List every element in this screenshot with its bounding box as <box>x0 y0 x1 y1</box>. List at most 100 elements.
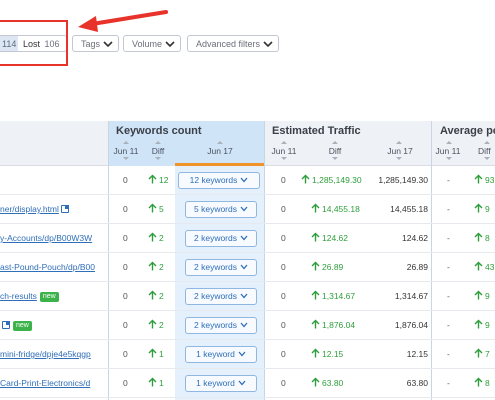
sort-down-icon[interactable] <box>484 157 490 162</box>
avgpos-jun11-value: - <box>447 233 450 243</box>
kw-jun11-value: 0 <box>123 349 128 359</box>
page-url-link[interactable]: mini-fridge/dpje4e5kqgp <box>0 349 91 359</box>
volume-label: Volume <box>132 39 163 49</box>
keywords-dropdown-button[interactable]: 1 keyword <box>185 375 257 392</box>
traffic-diff-cell: 1,876.04 <box>311 311 355 340</box>
url-cell: new <box>0 311 106 340</box>
traffic-diff-cell: 12.15 <box>311 340 343 369</box>
page-url-link[interactable]: ast-Pound-Pouch/dp/B00 <box>0 262 95 272</box>
keywords-dropdown-button[interactable]: 12 keywords <box>178 172 260 189</box>
chevron-down-icon <box>240 264 248 270</box>
avgpos-diff-value: 8 <box>485 233 490 243</box>
table-row: mini-fridge/dpje4e5kqgp 0 1 1 keyword 0 12.15… <box>0 340 495 369</box>
sort-down-icon[interactable] <box>281 157 287 162</box>
kw-jun11-value: 0 <box>123 233 128 243</box>
col-kw-jun11[interactable]: Jun 11 <box>112 146 140 156</box>
keywords-dropdown-button[interactable]: 2 keywords <box>185 317 257 334</box>
traffic-diff-cell: 14,455.18 <box>311 195 360 224</box>
traffic-jun17-value: 1,876.04 <box>394 320 428 330</box>
avgpos-diff-cell: 9 <box>474 282 490 311</box>
arrow-up-icon <box>474 203 483 213</box>
traffic-jun11-value: 0 <box>281 175 286 185</box>
external-link-icon[interactable] <box>60 205 69 213</box>
avgpos-diff-cell: 43 <box>474 253 494 282</box>
table-row: new 0 2 2 keywords 0 1,876.04 1,876.04 - 9 <box>0 311 495 340</box>
traffic-jun11-value: 0 <box>281 320 286 330</box>
url-cell: ch-results new <box>0 282 106 311</box>
page-url-link[interactable]: ch-results <box>0 291 37 301</box>
table-row: ast-Pound-Pouch/dp/B00 0 2 2 keywords 0 26.89… <box>0 253 495 282</box>
external-link-icon[interactable] <box>2 321 10 329</box>
traffic-jun17-value: 63.80 <box>406 378 428 388</box>
arrow-up-icon <box>311 348 320 358</box>
advanced-filters-label: Advanced filters <box>196 39 261 49</box>
kw-jun11-value: 0 <box>123 378 128 388</box>
col-kw-diff[interactable]: Diff <box>146 146 170 156</box>
kw-diff-cell: 12 <box>148 166 168 195</box>
avgpos-diff-cell: 8 <box>474 369 490 398</box>
keywords-button-label: 12 keywords <box>189 175 238 185</box>
traffic-jun11-value: 0 <box>281 378 286 388</box>
kw-diff-value: 1 <box>159 378 164 388</box>
traffic-jun17-value: 14,455.18 <box>390 204 428 214</box>
sort-down-icon[interactable] <box>332 157 338 162</box>
keywords-dropdown-button[interactable]: 2 keywords <box>185 230 257 247</box>
tags-dropdown[interactable]: Tags <box>72 35 120 52</box>
traffic-diff-cell: 124.62 <box>311 224 348 253</box>
keywords-button-label: 2 keywords <box>194 320 237 330</box>
keywords-button-label: 5 keywords <box>194 204 237 214</box>
page-url-link[interactable]: ner/display.html <box>0 204 59 214</box>
page-url-link[interactable]: Card-Print-Electronics/d <box>0 378 90 388</box>
sort-down-icon[interactable] <box>155 157 161 162</box>
arrow-up-icon <box>148 174 157 184</box>
arrow-up-icon <box>148 348 157 358</box>
avgpos-jun11-value: - <box>447 378 450 388</box>
arrow-up-icon <box>311 377 320 387</box>
url-cell: ast-Pound-Pouch/dp/B00 <box>0 253 106 282</box>
table-row: Card-Print-Electronics/d 0 1 1 keyword 0 63.8… <box>0 369 495 398</box>
chevron-down-icon <box>240 206 248 212</box>
col-traffic-jun11[interactable]: Jun 11 <box>270 146 298 156</box>
col-avgpos-jun11[interactable]: Jun 11 <box>434 146 462 156</box>
traffic-diff-cell: 1,285,149.30 <box>301 166 362 195</box>
kw-diff-cell: 1 <box>148 369 164 398</box>
avgpos-diff-cell: 9 <box>474 195 490 224</box>
col-avgpos-diff[interactable]: Diff <box>478 146 495 156</box>
sort-down-icon[interactable] <box>446 157 452 162</box>
sort-down-icon[interactable] <box>123 157 129 162</box>
arrow-up-icon <box>474 174 483 184</box>
avgpos-jun11-value: - <box>447 175 450 185</box>
annotation-highlight-box <box>0 20 68 66</box>
kw-jun11-value: 0 <box>123 291 128 301</box>
avgpos-diff-value: 8 <box>485 378 490 388</box>
volume-dropdown[interactable]: Volume <box>123 35 182 52</box>
kw-diff-value: 12 <box>159 175 169 185</box>
arrow-up-icon <box>311 261 320 271</box>
avgpos-diff-cell: 7 <box>474 340 490 369</box>
chevron-down-icon <box>240 177 248 183</box>
avgpos-diff-value: 7 <box>485 349 490 359</box>
arrow-up-icon <box>301 174 310 184</box>
sort-down-icon[interactable] <box>396 157 402 162</box>
avgpos-diff-cell: 8 <box>474 224 490 253</box>
traffic-diff-value: 63.80 <box>322 378 344 388</box>
avgpos-diff-value: 9 <box>485 320 490 330</box>
keywords-dropdown-button[interactable]: 2 keywords <box>185 288 257 305</box>
traffic-diff-value: 124.62 <box>322 233 348 243</box>
col-traffic-diff[interactable]: Diff <box>322 146 348 156</box>
page-url-link[interactable]: y-Accounts/dp/B00W3W <box>0 233 92 243</box>
traffic-jun17-value: 12.15 <box>406 349 428 359</box>
col-traffic-jun17[interactable]: Jun 17 <box>385 146 415 156</box>
keywords-dropdown-button[interactable]: 5 keywords <box>185 201 257 218</box>
col-kw-jun17[interactable]: Jun 17 <box>205 146 235 156</box>
arrow-up-icon <box>311 232 320 242</box>
arrow-up-icon <box>474 261 483 271</box>
avgpos-jun11-value: - <box>447 291 450 301</box>
arrow-up-icon <box>474 232 483 242</box>
advanced-filters-dropdown[interactable]: Advanced filters <box>187 35 280 52</box>
kw-diff-value: 2 <box>159 262 164 272</box>
kw-jun11-value: 0 <box>123 204 128 214</box>
keywords-dropdown-button[interactable]: 1 keyword <box>185 346 257 363</box>
table-row: ch-results new 0 2 2 keywords 0 1,314.67 1,314.… <box>0 282 495 311</box>
keywords-dropdown-button[interactable]: 2 keywords <box>185 259 257 276</box>
